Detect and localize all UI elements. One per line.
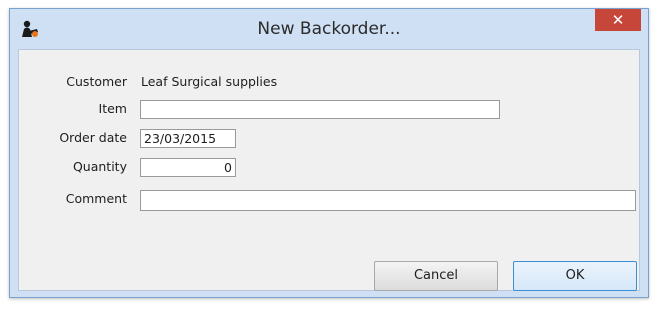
comment-label: Comment <box>65 191 127 206</box>
ok-button[interactable]: OK <box>513 261 637 291</box>
item-label: Item <box>98 101 127 116</box>
close-button[interactable]: ✕ <box>595 9 641 31</box>
customer-value: Leaf Surgical supplies <box>141 74 278 89</box>
customer-label: Customer <box>66 74 127 89</box>
quantity-label: Quantity <box>72 159 127 174</box>
title-bar[interactable]: New Backorder... ✕ <box>10 9 648 49</box>
new-backorder-dialog: New Backorder... ✕ Customer Leaf Surgica… <box>9 8 649 298</box>
quantity-input[interactable]: 0 <box>140 158 236 177</box>
order-date-label: Order date <box>59 130 127 145</box>
comment-input[interactable] <box>140 190 636 211</box>
cancel-button[interactable]: Cancel <box>374 261 498 291</box>
close-icon: ✕ <box>611 11 625 29</box>
item-input[interactable] <box>140 100 500 119</box>
window-title: New Backorder... <box>257 19 401 39</box>
order-date-input[interactable]: 23/03/2015 <box>140 129 236 148</box>
dialog-body: Customer Leaf Surgical supplies Item Ord… <box>18 49 640 291</box>
